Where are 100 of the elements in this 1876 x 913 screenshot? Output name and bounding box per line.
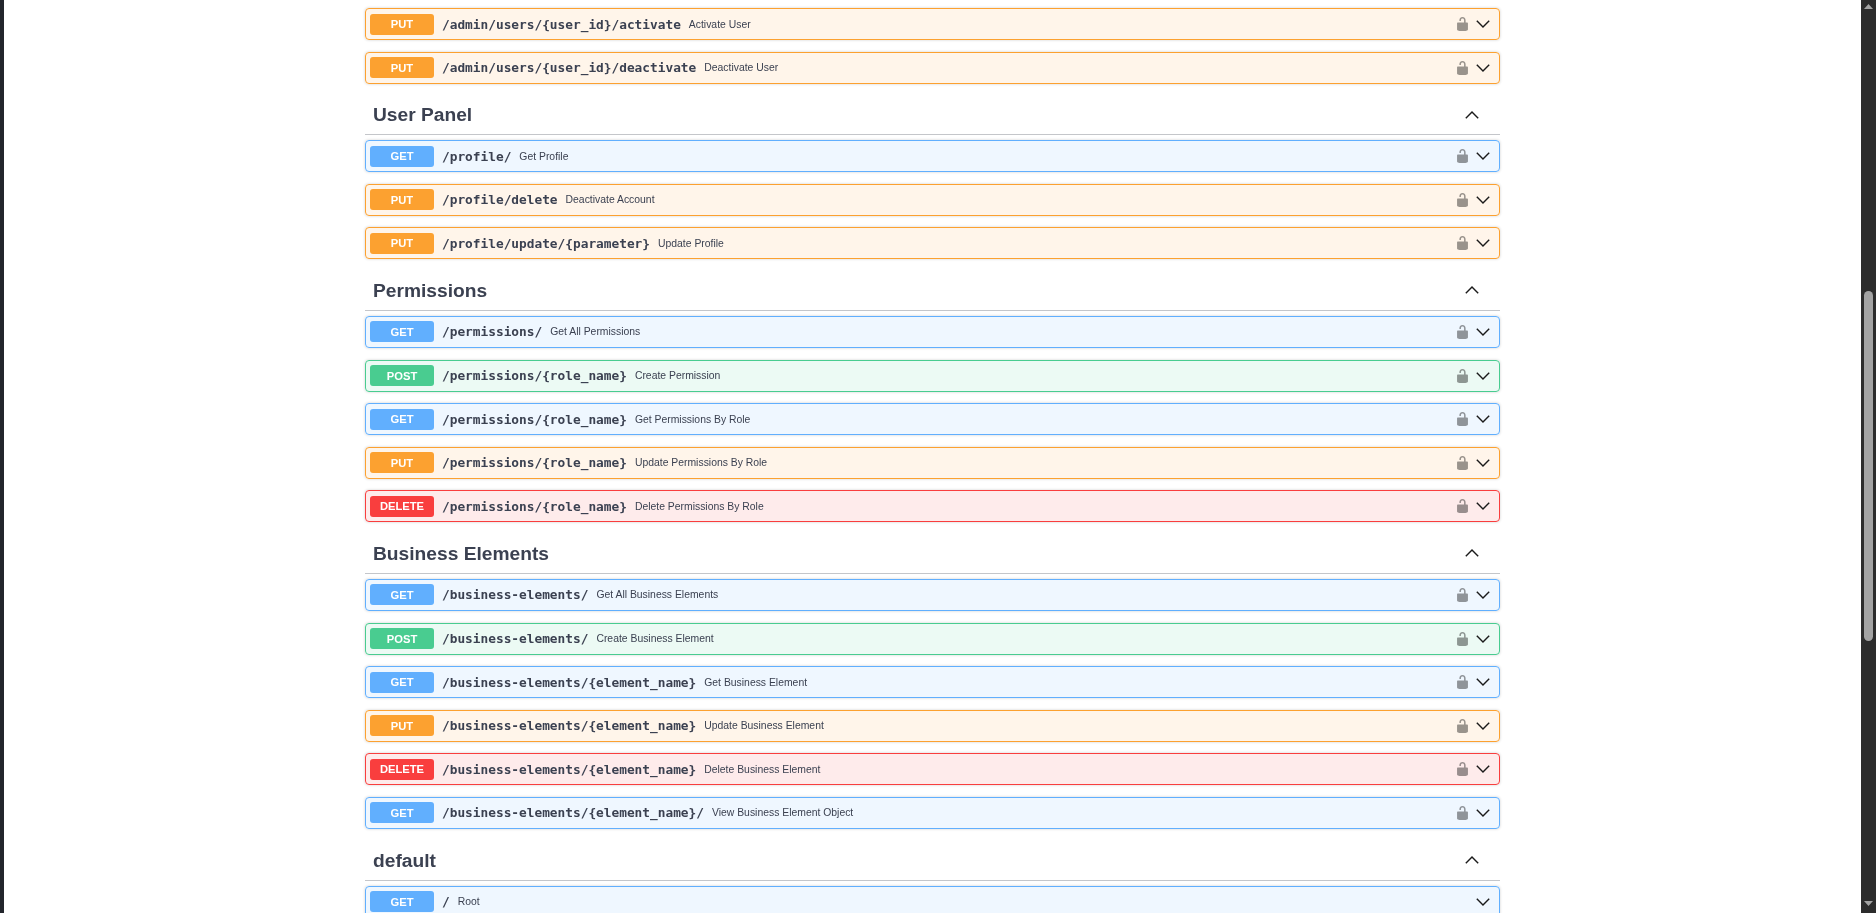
- operation-path: /business-elements/{element_name}: [442, 674, 697, 690]
- chevron-down-icon[interactable]: [1476, 458, 1490, 467]
- padlock-icon[interactable]: [1457, 192, 1468, 207]
- operation-summary: Update Business Element: [704, 720, 824, 732]
- operation-row[interactable]: PUT /admin/users/{user_id}/deactivate Deactivate User: [365, 51, 1500, 84]
- chevron-down-icon[interactable]: [1476, 634, 1490, 643]
- operation-row[interactable]: GET /business-elements/{element_name}/ View Business Element Object: [365, 796, 1500, 829]
- chevron-down-icon[interactable]: [1476, 765, 1490, 774]
- operation-path: /business-elements/: [442, 631, 589, 647]
- chevron-down-icon[interactable]: [1476, 20, 1490, 28]
- operation-path: /permissions/{role_name}: [442, 368, 627, 384]
- method-badge: PUT: [370, 232, 434, 254]
- operation-path: /business-elements/: [442, 587, 589, 603]
- padlock-icon[interactable]: [1457, 587, 1468, 602]
- method-badge: POST: [370, 628, 434, 650]
- operation-row[interactable]: PUT /business-elements/{element_name} Update Business Element: [365, 709, 1500, 742]
- chevron-up-icon[interactable]: [1465, 549, 1479, 558]
- padlock-icon[interactable]: [1457, 499, 1468, 514]
- operation-summary: Delete Business Element: [704, 763, 821, 775]
- section-title[interactable]: Permissions: [373, 278, 488, 302]
- operation-row[interactable]: GET /permissions/{role_name} Get Permissions By Role: [365, 403, 1500, 436]
- operation-row[interactable]: DELETE /permissions/{role_name} Delete Permissions By Role: [365, 490, 1500, 523]
- method-badge: GET: [370, 321, 434, 343]
- operation-summary: Get All Business Elements: [596, 589, 719, 601]
- operation-summary: Create Business Element: [596, 633, 714, 645]
- operation-row[interactable]: GET / Root: [365, 885, 1500, 913]
- section-title[interactable]: Business Elements: [373, 541, 549, 565]
- operation-path: /admin/users/{user_id}/activate: [442, 16, 681, 32]
- operation-summary: Deactivate Account: [565, 194, 655, 206]
- padlock-icon[interactable]: [1457, 60, 1468, 75]
- operation-summary: Delete Permissions By Role: [634, 500, 764, 512]
- operation-row[interactable]: DELETE /business-elements/{element_name} Delete Business Element: [365, 753, 1500, 786]
- padlock-icon[interactable]: [1457, 412, 1468, 427]
- padlock-icon[interactable]: [1457, 236, 1468, 251]
- operation-row[interactable]: POST /permissions/{role_name} Create Permission: [365, 359, 1500, 392]
- operation-row[interactable]: POST /business-elements/ Create Business Element: [365, 622, 1500, 655]
- method-badge: GET: [370, 802, 434, 824]
- chevron-down-icon[interactable]: [1476, 590, 1490, 599]
- method-badge: DELETE: [370, 495, 434, 517]
- padlock-icon[interactable]: [1457, 675, 1468, 690]
- operation-summary: Update Profile: [658, 237, 724, 249]
- chevron-down-icon[interactable]: [1476, 63, 1490, 72]
- operation-summary: Activate User: [688, 18, 751, 30]
- method-badge: DELETE: [370, 758, 434, 780]
- padlock-icon[interactable]: [1457, 805, 1468, 820]
- operation-path: /business-elements/{element_name}: [442, 761, 697, 777]
- operation-row[interactable]: PUT /profile/delete Deactivate Account: [365, 183, 1500, 216]
- scroll-up-arrow-icon[interactable]: [1864, 4, 1873, 9]
- scroll-down-arrow-icon[interactable]: [1864, 901, 1873, 906]
- padlock-icon[interactable]: [1457, 762, 1468, 777]
- padlock-icon[interactable]: [1457, 149, 1468, 164]
- operation-row[interactable]: PUT /profile/update/{parameter} Update Profile: [365, 227, 1500, 260]
- operation-summary: Root: [457, 896, 480, 907]
- operation-row[interactable]: PUT /admin/users/{user_id}/activate Activate User: [365, 8, 1500, 40]
- padlock-icon[interactable]: [1457, 368, 1468, 383]
- section-title[interactable]: User Panel: [373, 103, 473, 127]
- chevron-down-icon[interactable]: [1476, 327, 1490, 336]
- chevron-down-icon[interactable]: [1476, 721, 1490, 730]
- method-badge: GET: [370, 145, 434, 167]
- padlock-icon[interactable]: [1457, 631, 1468, 646]
- operation-row[interactable]: GET /business-elements/{element_name} Get Business Element: [365, 666, 1500, 699]
- chevron-up-icon[interactable]: [1465, 856, 1479, 864]
- padlock-icon[interactable]: [1457, 17, 1468, 31]
- padlock-icon[interactable]: [1457, 718, 1468, 733]
- padlock-icon[interactable]: [1457, 455, 1468, 470]
- chevron-down-icon[interactable]: [1476, 239, 1490, 248]
- operation-summary: Get All Permissions: [550, 326, 641, 338]
- operation-summary: Create Permission: [634, 370, 721, 382]
- operation-path: /permissions/: [442, 324, 543, 340]
- method-badge: POST: [370, 365, 434, 387]
- chevron-down-icon[interactable]: [1476, 808, 1490, 817]
- operation-row[interactable]: GET /permissions/ Get All Permissions: [365, 315, 1500, 348]
- scrollbar-thumb[interactable]: [1864, 291, 1873, 641]
- operation-summary: View Business Element Object: [711, 807, 854, 819]
- padlock-icon[interactable]: [1457, 324, 1468, 339]
- chevron-up-icon[interactable]: [1465, 110, 1479, 119]
- operation-path: /business-elements/{element_name}/: [442, 805, 704, 821]
- operation-row[interactable]: PUT /permissions/{role_name} Update Permissions By Role: [365, 446, 1500, 479]
- chevron-down-icon[interactable]: [1476, 897, 1490, 906]
- chevron-down-icon[interactable]: [1476, 502, 1490, 511]
- operation-path: /profile/delete: [442, 192, 558, 208]
- operation-path: /business-elements/{element_name}: [442, 718, 697, 734]
- chevron-down-icon[interactable]: [1476, 152, 1490, 161]
- method-badge: PUT: [370, 452, 434, 474]
- method-badge: GET: [370, 584, 434, 606]
- operation-row[interactable]: GET /business-elements/ Get All Business Elements: [365, 578, 1500, 611]
- operation-summary: Update Permissions By Role: [634, 457, 768, 469]
- chevron-down-icon[interactable]: [1476, 415, 1490, 424]
- operation-summary: Get Profile: [519, 150, 569, 162]
- operation-path: /profile/update/{parameter}: [442, 235, 651, 251]
- scrollbar-track[interactable]: [1861, 0, 1876, 913]
- chevron-down-icon[interactable]: [1476, 195, 1490, 204]
- method-badge: PUT: [370, 189, 434, 211]
- method-badge: PUT: [370, 13, 434, 35]
- section-title[interactable]: default: [373, 848, 436, 872]
- chevron-up-icon[interactable]: [1465, 286, 1479, 295]
- operation-row[interactable]: GET /profile/ Get Profile: [365, 140, 1500, 173]
- chevron-down-icon[interactable]: [1476, 371, 1490, 380]
- chevron-down-icon[interactable]: [1476, 678, 1490, 687]
- operation-path: /admin/users/{user_id}/deactivate: [442, 60, 697, 76]
